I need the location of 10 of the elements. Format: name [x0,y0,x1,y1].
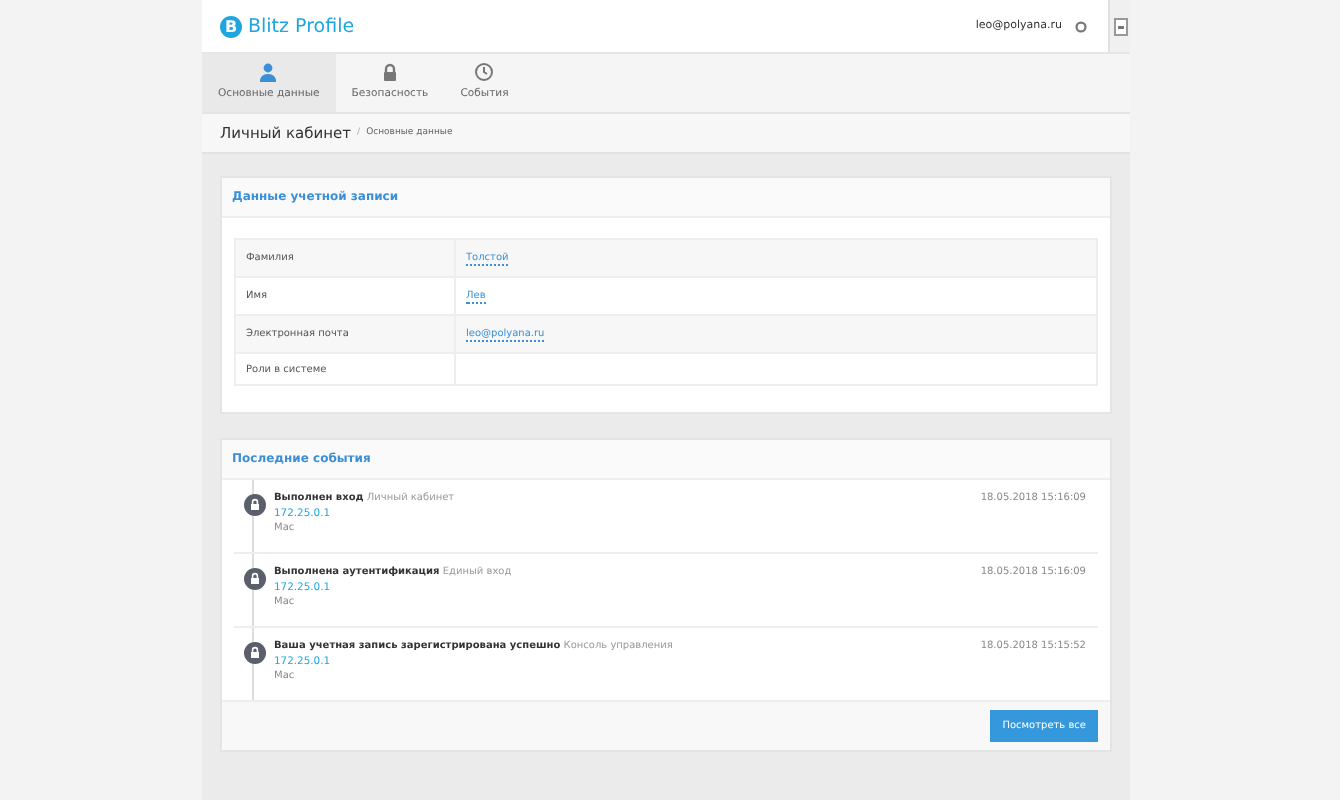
logo-icon: B [220,15,242,37]
lock-icon [379,62,400,82]
lock-icon [244,568,266,590]
clock-icon [474,62,495,82]
settings-icon[interactable] [1074,19,1088,33]
app-title: Blitz Profile [248,15,355,37]
user-icon [258,62,279,82]
lock-icon [244,642,266,664]
panel-toggle-icon[interactable] [1113,17,1127,35]
lock-icon [244,494,266,516]
